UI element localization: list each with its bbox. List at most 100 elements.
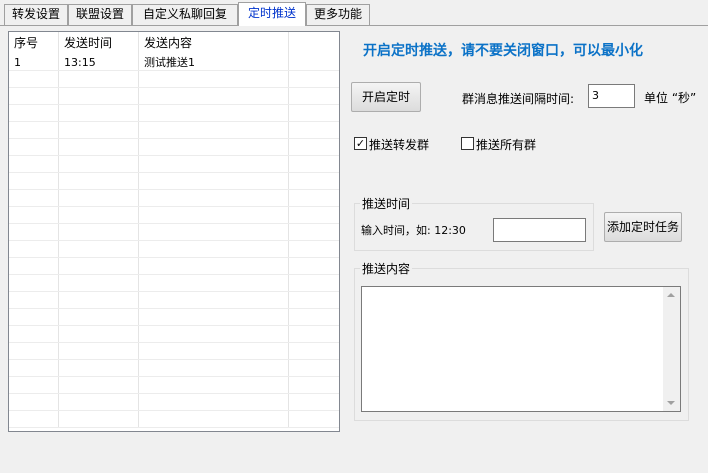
empty-row (9, 360, 339, 377)
empty-row (9, 241, 339, 258)
cell-filler (289, 54, 339, 70)
empty-cell (9, 343, 59, 359)
scroll-up-arrow-icon[interactable] (667, 293, 675, 297)
empty-cell (59, 394, 139, 410)
forward-groups-label[interactable]: 推送转发群 (369, 136, 429, 153)
empty-cell (9, 309, 59, 325)
column-header-index[interactable]: 序号 (9, 32, 59, 54)
empty-row (9, 139, 339, 156)
empty-row (9, 122, 339, 139)
empty-cell (9, 190, 59, 206)
empty-cell (59, 258, 139, 274)
empty-cell (289, 190, 339, 206)
empty-cell (139, 139, 289, 155)
empty-cell (289, 71, 339, 87)
empty-cell (289, 326, 339, 342)
all-groups-label[interactable]: 推送所有群 (476, 136, 536, 153)
empty-cell (139, 394, 289, 410)
schedule-list[interactable]: 序号 发送时间 发送内容 1 13:15 测试推送1 (8, 31, 340, 432)
start-timer-button[interactable]: 开启定时 (351, 82, 421, 112)
empty-cell (289, 343, 339, 359)
forward-groups-checkbox[interactable]: ✓ (354, 137, 367, 150)
push-content-group-title: 推送内容 (360, 260, 413, 277)
empty-cell (9, 411, 59, 427)
empty-cell (289, 122, 339, 138)
empty-row (9, 258, 339, 275)
empty-cell (9, 360, 59, 376)
empty-row (9, 105, 339, 122)
empty-row (9, 326, 339, 343)
empty-row (9, 156, 339, 173)
add-scheduled-task-button[interactable]: 添加定时任务 (604, 212, 682, 242)
empty-cell (139, 326, 289, 342)
all-groups-checkbox[interactable] (461, 137, 474, 150)
empty-cell (289, 292, 339, 308)
tab-forward-settings[interactable]: 转发设置 (4, 4, 68, 25)
time-input[interactable] (493, 218, 586, 242)
empty-cell (139, 71, 289, 87)
content-scrollbar[interactable] (663, 287, 680, 411)
empty-cell (289, 224, 339, 240)
tab-more-features[interactable]: 更多功能 (306, 4, 370, 25)
tab-strip: 转发设置 联盟设置 自定义私聊回复 定时推送 更多功能 (0, 0, 708, 26)
tab-custom-private-reply[interactable]: 自定义私聊回复 (132, 4, 238, 25)
empty-cell (139, 377, 289, 393)
empty-row (9, 343, 339, 360)
empty-cell (289, 411, 339, 427)
empty-cell (139, 411, 289, 427)
empty-row (9, 224, 339, 241)
empty-cell (139, 105, 289, 121)
tab-scheduled-push[interactable]: 定时推送 (238, 2, 306, 26)
empty-cell (9, 258, 59, 274)
empty-cell (9, 224, 59, 240)
empty-cell (59, 275, 139, 291)
empty-cell (59, 88, 139, 104)
empty-cell (289, 173, 339, 189)
interval-input[interactable]: 3 (588, 84, 635, 108)
scroll-down-arrow-icon[interactable] (667, 401, 675, 405)
empty-cell (289, 258, 339, 274)
empty-cell (59, 326, 139, 342)
empty-cell (289, 275, 339, 291)
empty-cell (59, 309, 139, 325)
empty-cell (289, 309, 339, 325)
empty-row (9, 292, 339, 309)
empty-cell (289, 241, 339, 257)
empty-cell (59, 224, 139, 240)
empty-row (9, 207, 339, 224)
empty-row (9, 377, 339, 394)
empty-cell (139, 309, 289, 325)
notice-text: 开启定时推送，请不要关闭窗口，可以最小化 (363, 43, 643, 59)
empty-cell (59, 139, 139, 155)
empty-cell (9, 122, 59, 138)
empty-cell (59, 105, 139, 121)
interval-label: 群消息推送间隔时间: (462, 92, 575, 106)
push-content-textarea[interactable] (361, 286, 681, 412)
empty-cell (9, 105, 59, 121)
column-header-filler (289, 32, 339, 54)
empty-cell (139, 173, 289, 189)
empty-cell (289, 139, 339, 155)
empty-cell (59, 360, 139, 376)
empty-cell (9, 394, 59, 410)
tab-alliance-settings[interactable]: 联盟设置 (68, 4, 132, 25)
empty-cell (59, 343, 139, 359)
empty-row (9, 173, 339, 190)
empty-cell (289, 105, 339, 121)
empty-cell (59, 190, 139, 206)
empty-cell (9, 173, 59, 189)
empty-cell (59, 122, 139, 138)
column-header-content[interactable]: 发送内容 (139, 32, 289, 54)
empty-cell (9, 156, 59, 172)
empty-cell (9, 241, 59, 257)
column-header-time[interactable]: 发送时间 (59, 32, 139, 54)
empty-row (9, 71, 339, 88)
empty-row (9, 309, 339, 326)
empty-row (9, 88, 339, 105)
empty-cell (59, 156, 139, 172)
empty-cell (289, 156, 339, 172)
empty-cell (59, 207, 139, 223)
table-row[interactable]: 1 13:15 测试推送1 (9, 54, 339, 71)
empty-cell (289, 88, 339, 104)
empty-cell (139, 190, 289, 206)
